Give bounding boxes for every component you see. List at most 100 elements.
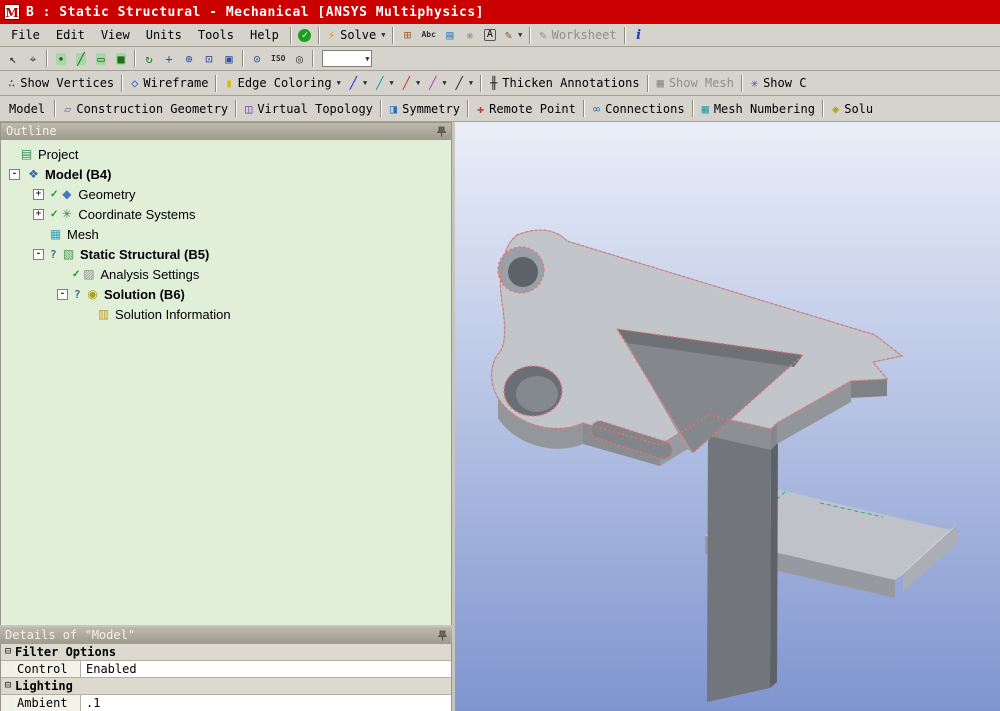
category-collapse-icon[interactable]: ⊟ (1, 678, 15, 694)
construction-geometry-button[interactable]: ▱ Construction Geometry ▼ (59, 99, 232, 118)
tree-item-geometry[interactable]: + ✓ ◆ Geometry (1, 184, 451, 204)
show-coordinate-systems-button[interactable]: ✳ Show C ▼ (746, 74, 811, 93)
menu-units[interactable]: Units ▼ (138, 26, 190, 45)
pointer-mode-icon[interactable]: ↖ ▼ (3, 49, 23, 68)
rotate-icon[interactable]: ↻ ▼ (139, 49, 159, 68)
tree-item-analysis-settings[interactable]: ✓ ▨ Analysis Settings (1, 264, 451, 284)
connections-button[interactable]: ∞ Connections ▼ (588, 99, 689, 118)
toolbar-label: Symmetry (402, 103, 460, 115)
tree-item-mesh[interactable]: ✓ ▦ Mesh (1, 224, 451, 244)
solve-button[interactable]: ⚡ Solve ▼ (323, 26, 390, 45)
select-edge-icon[interactable]: ╱ ▼ (71, 49, 91, 68)
tree-expander[interactable]: - (33, 249, 44, 260)
menu-help[interactable]: Help ▼ (242, 26, 287, 45)
active-view-combo[interactable]: ▼ (322, 50, 372, 67)
mesh-numbering-button[interactable]: ▦ Mesh Numbering ▼ (697, 99, 819, 118)
tree-item-label: Mesh (67, 227, 99, 242)
edge-direction-black-icon[interactable]: ╱ ▼ (451, 74, 477, 93)
toolbar-icon: ∞ (592, 103, 601, 115)
zoom-icon[interactable]: ⊕ ▼ (179, 49, 199, 68)
status-ok-icon[interactable]: ✓ ▼ (295, 26, 315, 45)
remote-point-button[interactable]: ✚ Remote Point ▼ (472, 99, 580, 118)
select-vertex-icon[interactable]: ∙ ▼ (51, 49, 71, 68)
section-plane-icon[interactable]: ⊞ ▼ (397, 26, 417, 45)
tree-item-solution[interactable]: - ? ✓ ◉ Solution (B6) (1, 284, 451, 304)
toolbar-item: ▼ (480, 75, 482, 92)
fit-view-icon[interactable]: ▣ ▼ (219, 49, 239, 68)
outline-panel-header[interactable]: Outline (1, 123, 451, 140)
show-vertices-button[interactable]: ∴ Show Vertices ▼ (3, 74, 118, 93)
chart-icon[interactable]: ▤ ▼ (440, 26, 460, 45)
tree-item-label: Geometry (78, 187, 135, 202)
details-panel-header[interactable]: Details of "Model" (0, 627, 452, 644)
select-face-icon[interactable]: ▭ ▼ (91, 49, 111, 68)
model-canvas (455, 122, 1000, 711)
tree-item-model[interactable]: - ✓ ❖ Model (B4) (1, 164, 451, 184)
edge-coloring-button[interactable]: ▮ Edge Coloring ▼ (220, 74, 344, 93)
3d-viewport[interactable] (455, 122, 1000, 711)
tree-expander[interactable]: + (33, 189, 44, 200)
pin-icon[interactable] (438, 630, 447, 641)
details-value[interactable]: .1 (81, 695, 451, 711)
toolbar-icon: ◎ (295, 53, 304, 65)
tree-expander[interactable]: + (33, 209, 44, 220)
toolbar-icon: ✎ (504, 29, 513, 41)
thicken-annotations-button[interactable]: ╫ Thicken Annotations ▼ (485, 74, 644, 93)
dropdown-caret-icon: ▼ (416, 79, 420, 87)
abc-annotation-icon[interactable]: Abc ▼ (417, 26, 439, 45)
tree-item-icon: ▧ (61, 247, 76, 261)
menu-file[interactable]: File ▼ (3, 26, 48, 45)
tree-expander[interactable]: - (57, 289, 68, 300)
menu-edit[interactable]: Edit ▼ (48, 26, 93, 45)
annotation-pen-icon[interactable]: ✎ ▼ (500, 26, 526, 45)
annotation-letter-icon[interactable]: A ▼ (480, 26, 500, 45)
toolbar-item: ▼ (467, 100, 469, 117)
virtual-topology-button[interactable]: ◫ Virtual Topology ▼ (240, 99, 377, 118)
pan-icon[interactable]: + ▼ (159, 49, 179, 68)
worksheet-button[interactable]: ✎ Worksheet ▼ (534, 26, 620, 45)
edge-direction-blue-icon[interactable]: ╱ ▼ (345, 74, 371, 93)
selection-information-icon[interactable]: i ▼ (629, 26, 649, 45)
menu-view[interactable]: View ▼ (93, 26, 138, 45)
details-value[interactable]: Enabled (81, 661, 451, 677)
edge-direction-cyan-icon[interactable]: ╱ ▼ (371, 74, 397, 93)
select-body-icon[interactable]: ■ ▼ (111, 49, 131, 68)
symmetry-button[interactable]: ◨ Symmetry ▼ (385, 99, 464, 118)
iso-view-icon[interactable]: ISO ▼ (267, 49, 289, 68)
menu-tools[interactable]: Tools ▼ (190, 26, 242, 45)
toolbar-item: ▼ (290, 27, 292, 44)
toolbar-icon: A (484, 29, 496, 41)
category-collapse-icon[interactable]: ⊟ (1, 644, 15, 660)
toolbar-label: Mesh Numbering (714, 103, 815, 115)
outline-panel-title: Outline (6, 123, 57, 140)
tree-item-coordinate-systems[interactable]: + ✓ ✳ Coordinate Systems (1, 204, 451, 224)
show-mesh-button[interactable]: ▦ Show Mesh ▼ (652, 74, 738, 93)
solution-button[interactable]: ◈ Solu ▼ (827, 99, 877, 118)
toolbar-icon: ╱ (375, 77, 384, 89)
look-at-icon[interactable]: ◎ ▼ (289, 49, 309, 68)
app-icon: M (4, 4, 20, 20)
title-bar[interactable]: M B : Static Structural - Mechanical [AN… (0, 0, 1000, 24)
tree-expander[interactable]: - (9, 169, 20, 180)
edge-direction-magenta-icon[interactable]: ╱ ▼ (424, 74, 450, 93)
box-zoom-icon[interactable]: ⊡ ▼ (199, 49, 219, 68)
tree-item-project[interactable]: ✓ ▤ Project (1, 144, 451, 164)
wireframe-button[interactable]: ◇ Wireframe ▼ (126, 74, 212, 93)
details-category-filter-options: ⊟ Filter Options (1, 644, 451, 661)
magnifier-icon[interactable]: ⊙ ▼ (247, 49, 267, 68)
pin-icon[interactable] (437, 126, 446, 137)
tree-item-static-structural[interactable]: - ? ✓ ▧ Static Structural (B5) (1, 244, 451, 264)
toolbar-icon: ▭ (96, 53, 105, 65)
toolbar-icon: ╱ (76, 53, 85, 65)
edge-direction-red-icon[interactable]: ╱ ▼ (398, 74, 424, 93)
pick-point-icon[interactable]: ⌖ ▼ (23, 49, 43, 68)
toolbar-icon: ▮ (224, 77, 233, 89)
viewports-icon[interactable]: ❋ ▼ (460, 26, 480, 45)
toolbar-label: Remote Point (489, 103, 576, 115)
toolbar-icon: + (164, 53, 173, 65)
selection-toolbar: ↖ ▼ ⌖ ▼ ▼ ∙ ▼ ╱ ▼ ▭ ▼ (0, 47, 1000, 71)
tree-item-solution-information[interactable]: ✓ ▥ Solution Information (1, 304, 451, 324)
toolbar-icon: ▦ (701, 103, 710, 115)
toolbar-icon: ⊡ (204, 53, 213, 65)
outline-panel: Outline ✓ ▤ Project (0, 122, 452, 625)
